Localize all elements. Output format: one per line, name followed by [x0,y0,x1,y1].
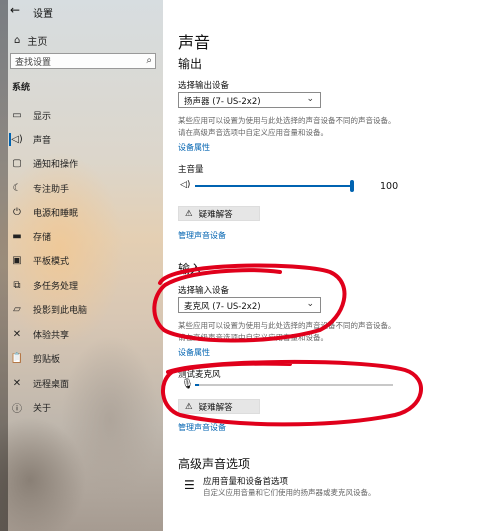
app-title: 设置 [33,9,53,20]
power-icon: ⏻ [13,206,21,218]
input-device-properties-link[interactable]: 设备属性 [178,347,210,358]
master-volume-thumb[interactable] [350,180,354,192]
share-icon: ✕ [12,328,22,340]
sidebar-item-label: 远程桌面 [33,379,70,390]
sidebar-item-home[interactable]: ⌂ 主页 [14,33,47,48]
speaker-volume-icon[interactable]: ◁) [180,180,190,190]
sidebar-item-tablet-mode[interactable]: ▣ 平板模式 [0,249,163,271]
master-volume-label: 主音量 [178,165,204,175]
info-icon: ⓘ [12,403,22,415]
mic-level-fill [195,384,199,386]
app-volume-preferences-item[interactable]: ☰ 应用音量和设备首选项 自定义应用音量和它们使用的扬声器或麦克风设备。 [178,475,478,497]
sidebar-item-label: 通知和操作 [33,159,79,170]
sidebar-item-label: 声音 [33,135,52,146]
output-description: 某些应用可以设置为使用与此处选择的声音设备不同的声音设备。请在高级声音选项中自定… [178,116,396,137]
input-device-dropdown[interactable]: 麦克风 (7- US-2x2) ⌄ [178,297,321,313]
sidebar-item-remote-desktop[interactable]: ✕ 远程桌面 [0,372,163,394]
master-volume-value: 100 [380,181,399,192]
button-label: 疑难解答 [198,402,233,413]
remote-icon: ✕ [12,377,22,389]
output-device-properties-link[interactable]: 设备属性 [178,142,210,153]
home-icon: ⌂ [14,35,21,46]
output-device-value: 扬声器 (7- US-2x2) [184,97,261,107]
input-heading: 输入 [178,262,203,276]
search-placeholder: 查找设置 [15,58,52,68]
sidebar-item-display[interactable]: ▭ 显示 [0,104,163,126]
clipboard-icon: 📋 [10,352,24,364]
search-input[interactable]: 查找设置 ⌕ [10,53,156,69]
sidebar-item-storage[interactable]: ▬ 存储 [0,225,163,247]
tablet-icon: ▣ [12,254,22,266]
search-icon: ⌕ [146,55,152,66]
sidebar-item-label: 主页 [27,37,48,48]
sidebar-item-label: 存储 [33,232,52,243]
sidebar-item-label: 体验共享 [33,330,70,341]
back-arrow-icon[interactable]: ← [10,3,20,17]
input-device-value: 麦克风 (7- US-2x2) [184,302,261,312]
app-volume-title: 应用音量和设备首选项 [203,477,289,487]
mic-level-meter [195,384,393,386]
sidebar-item-focus-assist[interactable]: ☾ 专注助手 [0,177,163,199]
input-device-label: 选择输入设备 [178,286,230,296]
output-device-label: 选择输出设备 [178,81,230,91]
button-label: 疑难解答 [198,209,233,220]
multitask-icon: ⧉ [13,279,21,291]
input-description: 某些应用可以设置为使用与此处选择的声音设备不同的声音设备。请在高级声音选项中自定… [178,321,396,342]
input-manage-devices-link[interactable]: 管理声音设备 [178,422,226,433]
master-volume-slider[interactable] [195,185,353,187]
input-troubleshoot-button[interactable]: ⚠ 疑难解答 [178,399,260,414]
sidebar-item-label: 关于 [33,403,52,414]
sidebar-item-multitasking[interactable]: ⧉ 多任务处理 [0,274,163,296]
warning-icon: ⚠ [185,401,193,412]
output-heading: 输出 [178,57,203,71]
page-title: 声音 [178,33,211,52]
output-device-dropdown[interactable]: 扬声器 (7- US-2x2) ⌄ [178,92,321,108]
project-icon: ▱ [13,303,21,315]
sidebar-item-clipboard[interactable]: 📋 剪贴板 [0,347,163,369]
app-volume-description: 自定义应用音量和它们使用的扬声器或麦克风设备。 [203,488,376,497]
sidebar-item-notifications[interactable]: ▢ 通知和操作 [0,152,163,174]
sidebar-item-project[interactable]: ▱ 投影到此电脑 [0,298,163,320]
output-troubleshoot-button[interactable]: ⚠ 疑难解答 [178,206,260,221]
output-manage-devices-link[interactable]: 管理声音设备 [178,230,226,241]
chevron-down-icon: ⌄ [306,94,314,104]
sidebar-item-power[interactable]: ⏻ 电源和睡眠 [0,201,163,223]
moon-icon: ☾ [12,182,22,194]
sliders-icon: ☰ [184,478,195,492]
sidebar-item-label: 多任务处理 [33,281,79,292]
sidebar-item-sound[interactable]: ◁) 声音 [0,128,163,150]
sidebar-item-shared-experiences[interactable]: ✕ 体验共享 [0,323,163,345]
storage-icon: ▬ [12,230,22,242]
chevron-down-icon: ⌄ [306,299,314,309]
sidebar-item-about[interactable]: ⓘ 关于 [0,396,163,418]
sidebar-section-label: 系统 [12,83,31,93]
sidebar-item-label: 专注助手 [33,184,70,195]
monitor-icon: ▭ [12,109,22,121]
sidebar-item-label: 投影到此电脑 [33,305,88,316]
speaker-icon: ◁) [11,133,23,145]
sidebar-item-label: 剪贴板 [33,354,61,365]
microphone-icon: 🎙 [181,379,194,390]
notification-icon: ▢ [12,157,22,169]
warning-icon: ⚠ [185,208,193,219]
sidebar-item-label: 显示 [33,111,52,122]
sidebar-item-label: 电源和睡眠 [33,208,79,219]
sidebar-item-label: 平板模式 [33,256,70,267]
advanced-heading: 高级声音选项 [178,457,251,471]
